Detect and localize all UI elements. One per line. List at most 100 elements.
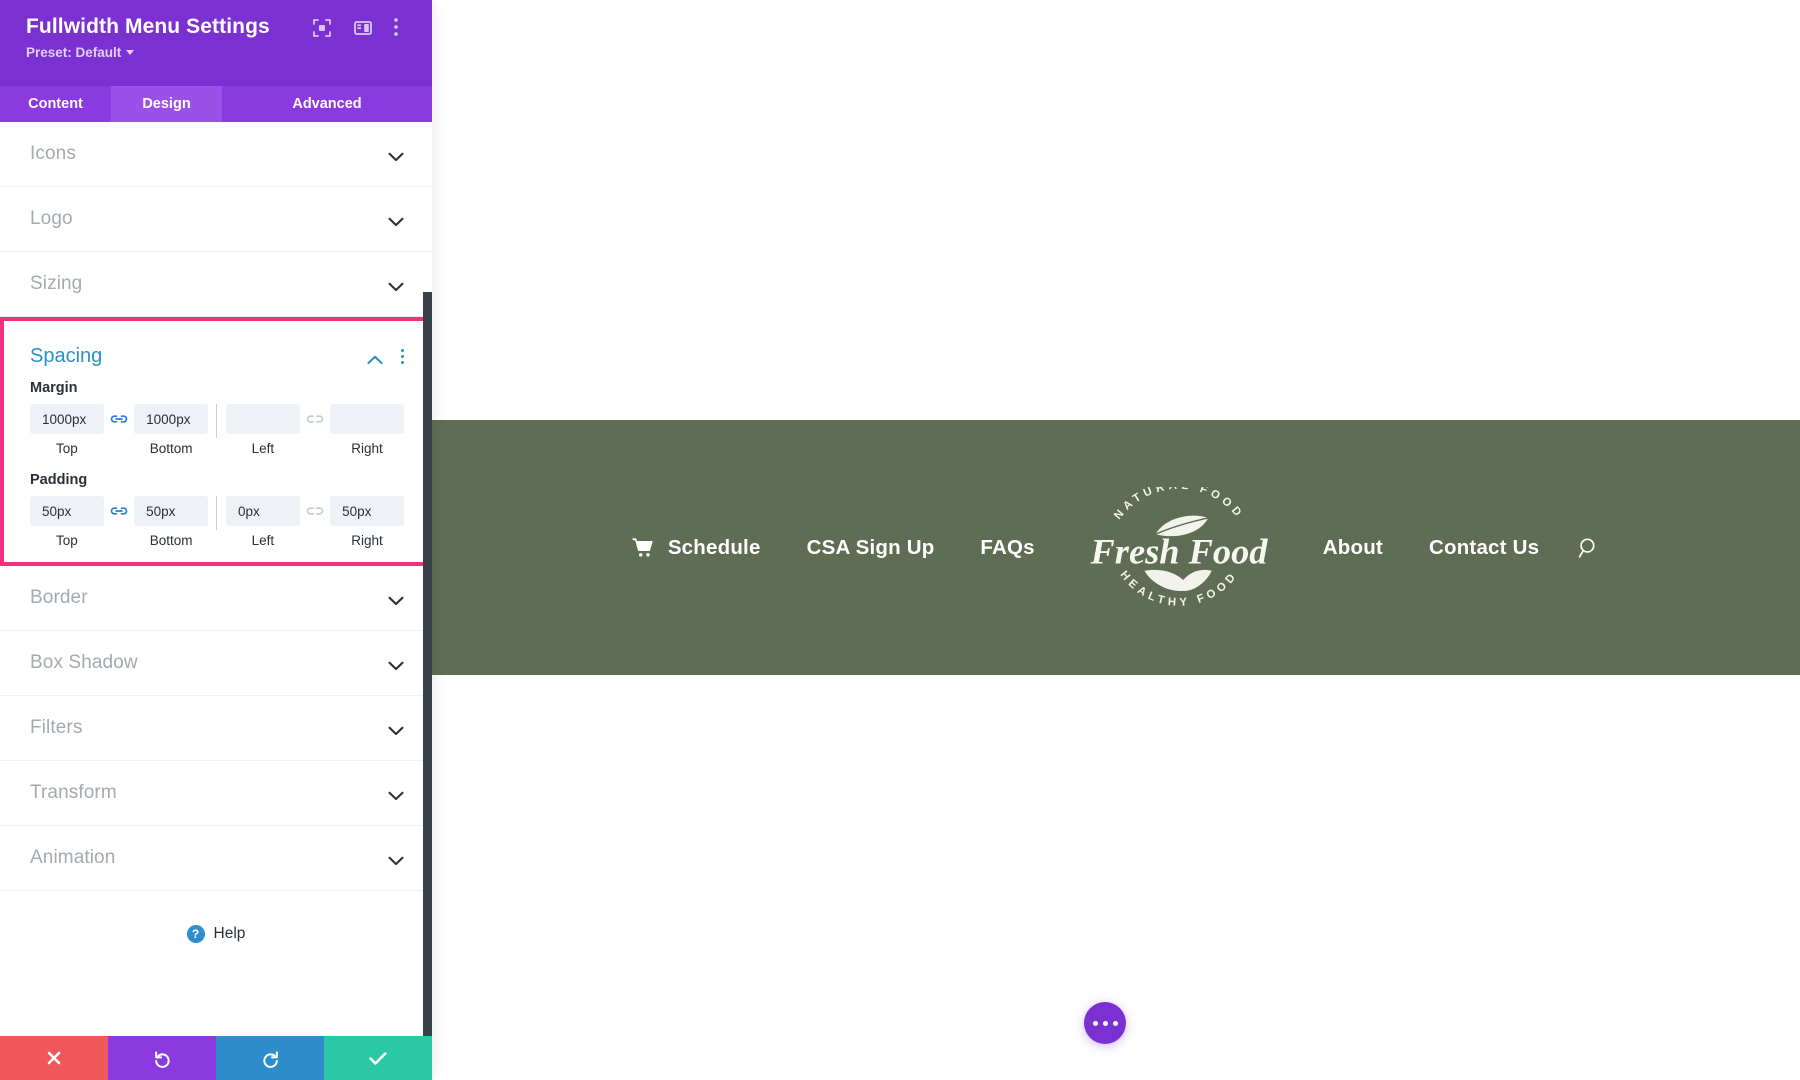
ellipsis-icon-dot [1093, 1021, 1098, 1026]
padding-link-top-bottom-icon[interactable] [104, 496, 134, 526]
section-sizing[interactable]: Sizing [0, 252, 432, 317]
save-button[interactable] [324, 1036, 432, 1080]
close-icon [46, 1050, 62, 1066]
section-box-shadow[interactable]: Box Shadow [0, 631, 432, 696]
margin-link-left-right-icon[interactable] [300, 404, 330, 434]
svg-text:NATURAL FOOD: NATURAL FOOD [1112, 487, 1246, 522]
margin-left-input[interactable] [226, 404, 300, 434]
ellipsis-icon-dot [1113, 1021, 1118, 1026]
preset-selector[interactable]: Preset: Default [26, 45, 414, 60]
module-settings-panel: Fullwidth Menu Settings [0, 0, 432, 1080]
section-label: Filters [30, 717, 82, 739]
margin-bottom-input[interactable]: 1000px [134, 404, 208, 434]
section-spacing: Spacing [0, 317, 432, 566]
nav-link-about[interactable]: About [1323, 536, 1383, 560]
ellipsis-icon-dot [1103, 1021, 1108, 1026]
chevron-down-icon [388, 658, 404, 668]
padding-left-cell: 0px Left [226, 496, 300, 548]
website-preview: Schedule CSA Sign Up FAQs NATURAL FOOD H [432, 0, 1800, 1080]
nav-link-schedule[interactable]: Schedule [668, 536, 761, 560]
padding-left-label: Left [226, 533, 300, 548]
section-filters[interactable]: Filters [0, 696, 432, 761]
search-icon[interactable] [1578, 537, 1600, 559]
padding-top-input[interactable]: 50px [30, 496, 104, 526]
site-logo[interactable]: NATURAL FOOD HEALTHY FOOD Fresh Food [1088, 487, 1270, 609]
section-label: Spacing [30, 345, 102, 368]
scrollbar-thumb[interactable] [423, 292, 432, 1036]
undo-button[interactable] [108, 1036, 216, 1080]
section-label: Transform [30, 782, 117, 804]
section-label: Border [30, 587, 88, 609]
padding-right-input[interactable]: 50px [330, 496, 404, 526]
chevron-down-icon [388, 214, 404, 224]
padding-left-input[interactable]: 0px [226, 496, 300, 526]
chevron-up-icon[interactable] [367, 352, 383, 362]
section-label: Animation [30, 847, 115, 869]
padding-bottom-input[interactable]: 50px [134, 496, 208, 526]
redo-button[interactable] [216, 1036, 324, 1080]
padding-top-label: Top [30, 533, 104, 548]
section-label: Logo [30, 208, 73, 230]
padding-label: Padding [30, 472, 404, 488]
margin-bottom-cell: 1000px Bottom [134, 404, 208, 456]
section-label: Box Shadow [30, 652, 138, 674]
kebab-menu-icon[interactable] [401, 349, 404, 364]
padding-link-left-right-icon[interactable] [300, 496, 330, 526]
margin-top-input[interactable]: 1000px [30, 404, 104, 434]
tab-advanced[interactable]: Advanced [222, 86, 432, 122]
svg-text:Fresh Food: Fresh Food [1089, 531, 1268, 571]
help-button[interactable]: ? Help [0, 891, 432, 943]
cancel-button[interactable] [0, 1036, 108, 1080]
margin-top-label: Top [30, 441, 104, 456]
redo-icon [261, 1049, 280, 1068]
page-title: Fullwidth Menu Settings [26, 14, 312, 40]
tab-content[interactable]: Content [0, 86, 111, 122]
screen: Schedule CSA Sign Up FAQs NATURAL FOOD H [0, 0, 1800, 1080]
padding-bottom-cell: 50px Bottom [134, 496, 208, 548]
padding-top-cell: 50px Top [30, 496, 104, 548]
nav-link-csa-sign-up[interactable]: CSA Sign Up [807, 536, 935, 560]
chevron-down-icon [388, 788, 404, 798]
preset-label: Preset: Default [26, 45, 121, 60]
help-label: Help [214, 925, 246, 943]
nav-link-faqs[interactable]: FAQs [980, 536, 1034, 560]
padding-right-label: Right [330, 533, 404, 548]
kebab-dot [401, 361, 404, 364]
kebab-menu-icon[interactable] [394, 18, 414, 38]
chevron-down-icon [388, 853, 404, 863]
margin-right-input[interactable] [330, 404, 404, 434]
layout-panel-icon[interactable] [353, 18, 373, 38]
chevron-down-icon [126, 50, 134, 55]
section-transform[interactable]: Transform [0, 761, 432, 826]
fullwidth-menu-bar: Schedule CSA Sign Up FAQs NATURAL FOOD H [432, 420, 1800, 675]
section-label: Icons [30, 143, 76, 165]
panel-body: Icons Logo Sizing [0, 122, 432, 1036]
panel-footer [0, 1036, 432, 1080]
margin-left-label: Left [226, 441, 300, 456]
focus-target-icon[interactable] [312, 18, 332, 38]
margin-link-top-bottom-icon[interactable] [104, 404, 134, 434]
spacing-header[interactable]: Spacing [4, 321, 428, 374]
margin-left-cell: Left [226, 404, 300, 456]
panel-header: Fullwidth Menu Settings [0, 0, 432, 86]
panel-tabs: Content Design Advanced [0, 86, 432, 122]
margin-right-cell: Right [330, 404, 404, 456]
check-icon [369, 1051, 387, 1066]
panel-scroll-area: Icons Logo Sizing [0, 122, 432, 1036]
chevron-down-icon [388, 593, 404, 603]
margin-right-label: Right [330, 441, 404, 456]
section-icons[interactable]: Icons [0, 122, 432, 187]
margin-group: Margin 1000px Top [4, 374, 428, 456]
margin-label: Margin [30, 380, 404, 396]
shopping-cart-icon[interactable] [632, 538, 654, 558]
chevron-down-icon [388, 149, 404, 159]
margin-bottom-label: Bottom [134, 441, 208, 456]
section-animation[interactable]: Animation [0, 826, 432, 891]
section-logo[interactable]: Logo [0, 187, 432, 252]
undo-icon [153, 1049, 172, 1068]
nav-link-contact-us[interactable]: Contact Us [1429, 536, 1539, 560]
more-options-fab[interactable] [1084, 1002, 1126, 1044]
section-border[interactable]: Border [0, 566, 432, 631]
tab-design[interactable]: Design [111, 86, 222, 122]
panel-scrollbar[interactable] [423, 122, 432, 1036]
